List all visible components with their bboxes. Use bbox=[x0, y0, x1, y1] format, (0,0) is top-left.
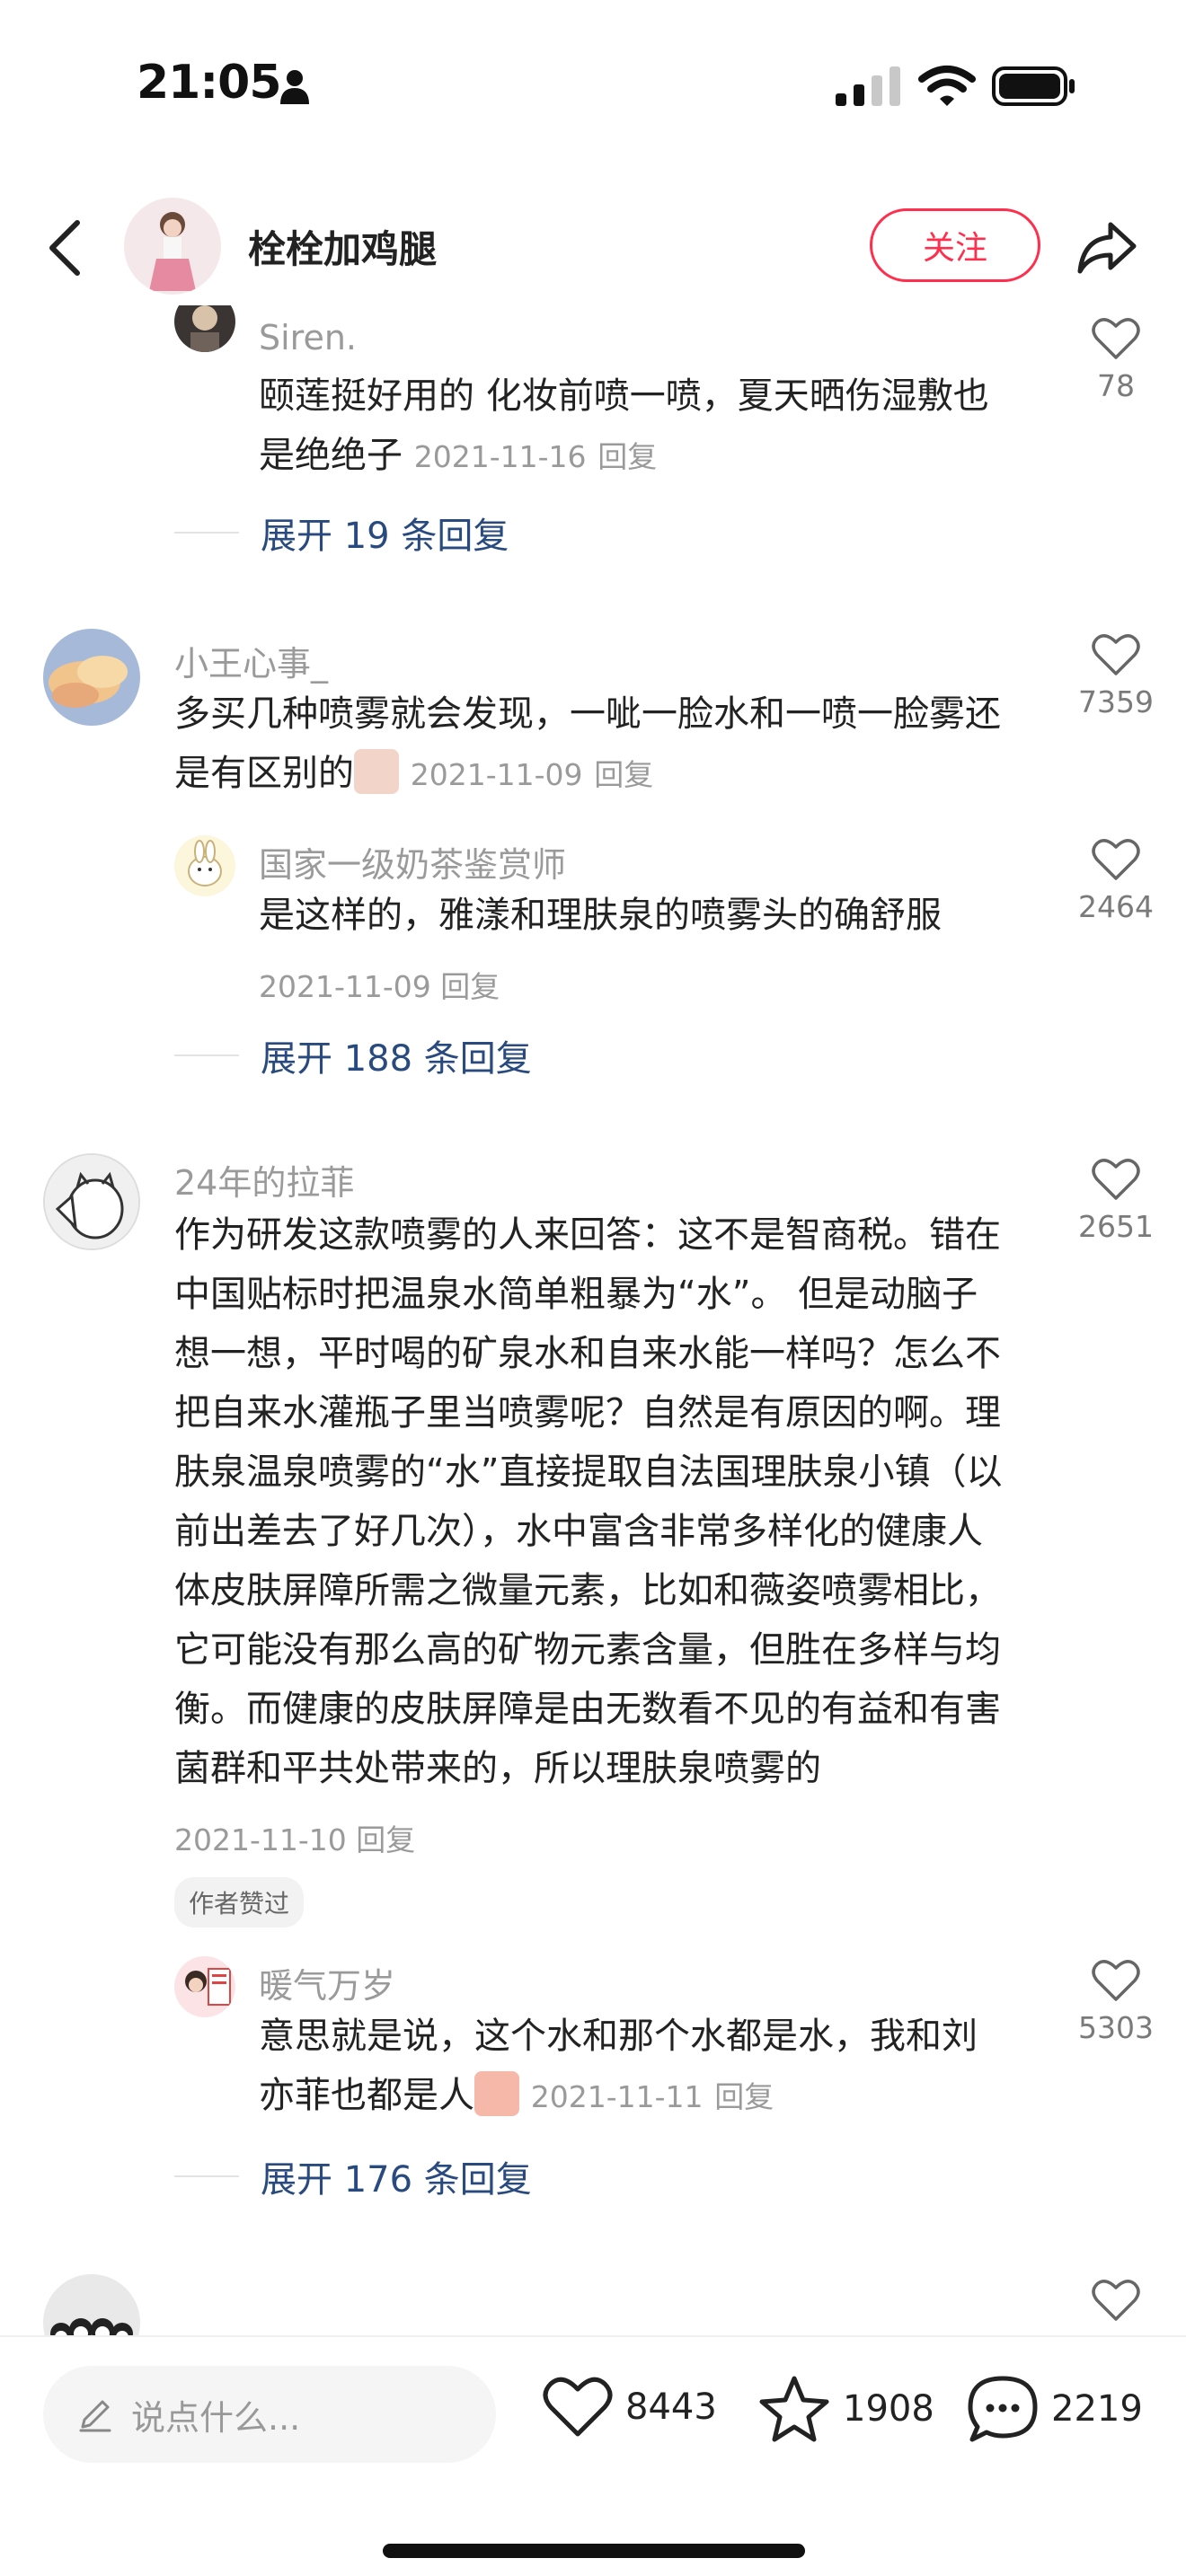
comment-text: 多买几种喷雾就会发现，一呲一脸水和一喷一脸雾还 bbox=[174, 693, 1001, 735]
share-icon[interactable] bbox=[1075, 216, 1139, 280]
comment-button[interactable]: 2219 bbox=[967, 2375, 1143, 2443]
heart-icon bbox=[1092, 2280, 1140, 2321]
heart-icon bbox=[1092, 634, 1140, 675]
like-count: 2464 bbox=[1078, 889, 1154, 924]
emoji-icon bbox=[354, 749, 399, 794]
like-button[interactable]: 2464 bbox=[1062, 837, 1170, 924]
comment-text-line: 作为研发这款喷雾的人来回答：这不是智商税。错在 bbox=[174, 1214, 1001, 1256]
back-icon[interactable] bbox=[40, 216, 93, 280]
comment-text-line: 把自来水灌瓶子里当喷雾呢？自然是有原因的啊。理 bbox=[174, 1392, 1001, 1434]
author-liked-badge: 作者赞过 bbox=[174, 1877, 305, 1928]
like-button[interactable]: 5303 bbox=[1062, 1958, 1170, 2045]
heart-icon bbox=[1092, 839, 1140, 880]
avatar[interactable] bbox=[174, 1956, 235, 2017]
comment-text-line: 中国贴标时把温泉水简单粗暴为“水”。 但是动脑子 bbox=[174, 1274, 978, 1315]
comment-date: 2021-11-09 bbox=[410, 757, 583, 792]
reply-date: 2021-11-11 bbox=[530, 2079, 704, 2114]
like-post-count: 8443 bbox=[625, 2386, 717, 2428]
like-button[interactable]: 7359 bbox=[1062, 632, 1170, 719]
comment-text-line: 前出差去了好几次），水中富含非常多样化的健康人 bbox=[174, 1511, 983, 1552]
expand-replies[interactable]: 展开 176 条回复 bbox=[174, 2150, 532, 2202]
heart-icon bbox=[1092, 1960, 1140, 2001]
like-count: 5303 bbox=[1078, 2010, 1154, 2045]
like-count: 7359 bbox=[1078, 684, 1154, 719]
comment-text-line: 肤泉温泉喷雾的“水”直接提取自法国理肤泉小镇（以 bbox=[174, 1451, 1003, 1493]
reply-link[interactable]: 回复 bbox=[714, 2079, 774, 2114]
comment-text-line: 它可能没有那么高的矿物元素含量，但胜在多样与均 bbox=[174, 1629, 1001, 1671]
author-name[interactable]: 栓栓加鸡腿 bbox=[248, 219, 437, 274]
battery-icon bbox=[992, 66, 1075, 106]
avatar[interactable] bbox=[43, 1153, 140, 1250]
heart-icon bbox=[1092, 1159, 1140, 1200]
reply-link[interactable]: 回复 bbox=[597, 439, 657, 474]
comment-date: 2021-11-16 bbox=[413, 439, 587, 474]
comment-meta: 2021-11-10 回复 bbox=[174, 1816, 415, 1859]
reply-date: 2021-11-09 bbox=[259, 969, 431, 1004]
comment-text-line: 体皮肤屏障所需之微量元素，比如和薇姿喷雾相比， bbox=[174, 1570, 1001, 1611]
reply-username[interactable]: 国家一级奶茶鉴赏师 bbox=[259, 837, 566, 887]
pencil-icon bbox=[79, 2400, 111, 2432]
reply-text: 意思就是说，这个水和那个水都是水，我和刘 bbox=[259, 2016, 978, 2057]
collect-count: 1908 bbox=[843, 2388, 934, 2430]
reply-username[interactable]: 暖气万岁 bbox=[259, 1958, 395, 2007]
comment-username[interactable]: 24年的拉菲 bbox=[174, 1155, 354, 1204]
expand-replies[interactable]: 展开 188 条回复 bbox=[174, 1029, 532, 1081]
home-indicator[interactable] bbox=[383, 2544, 805, 2558]
comment-text: 颐莲挺好用的 化妆前喷一喷，夏天晒伤湿敷也 bbox=[259, 375, 989, 417]
avatar[interactable] bbox=[174, 305, 235, 352]
expand-replies[interactable]: 展开 19 条回复 bbox=[174, 507, 509, 559]
star-icon bbox=[759, 2376, 829, 2442]
comment-input-placeholder: 说点什么... bbox=[131, 2397, 301, 2438]
emoji-icon bbox=[474, 2071, 519, 2116]
comment-text-line: 是有区别的 2021-11-09 回复 bbox=[174, 744, 653, 805]
wifi-icon bbox=[918, 66, 976, 106]
expand-replies-label: 展开 188 条回复 bbox=[261, 1038, 532, 1080]
reply-link[interactable]: 回复 bbox=[356, 1822, 415, 1857]
like-button[interactable] bbox=[1062, 2278, 1170, 2323]
comment-text-line: 是绝绝子 2021-11-16 回复 bbox=[259, 435, 658, 476]
like-button[interactable]: 78 bbox=[1062, 316, 1170, 403]
comment-text-line: 衡。而健康的皮肤屏障是由无数看不见的有益和有害 bbox=[174, 1689, 1001, 1730]
avatar[interactable] bbox=[43, 629, 140, 726]
avatar[interactable] bbox=[43, 2274, 140, 2335]
comment-text-line: 想一想，平时喝的矿泉水和自来水能一样吗？怎么不 bbox=[174, 1333, 1001, 1374]
follow-button[interactable]: 关注 bbox=[870, 208, 1040, 282]
comment-username[interactable]: Siren. bbox=[259, 318, 357, 357]
reply-meta: 2021-11-09 回复 bbox=[259, 963, 500, 1006]
reply-text-line: 亦菲也都是人 2021-11-11 回复 bbox=[259, 2066, 774, 2127]
like-count: 78 bbox=[1097, 368, 1135, 403]
author-avatar[interactable] bbox=[124, 198, 221, 295]
like-button[interactable]: 2651 bbox=[1062, 1157, 1170, 1244]
heart-icon bbox=[1092, 318, 1140, 359]
comment-date: 2021-11-10 bbox=[174, 1822, 347, 1857]
collect-button[interactable]: 1908 bbox=[758, 2375, 934, 2443]
expand-replies-label: 展开 19 条回复 bbox=[261, 516, 509, 557]
reply-link[interactable]: 回复 bbox=[594, 757, 653, 792]
expand-replies-label: 展开 176 条回复 bbox=[261, 2159, 532, 2201]
comment-input[interactable]: 说点什么... bbox=[43, 2366, 496, 2463]
avatar[interactable] bbox=[174, 835, 235, 896]
heart-icon bbox=[543, 2377, 613, 2437]
like-post-button[interactable]: 8443 bbox=[543, 2375, 717, 2439]
person-icon bbox=[280, 70, 309, 104]
header: 栓栓加鸡腿 关注 bbox=[0, 189, 1186, 305]
like-count: 2651 bbox=[1078, 1209, 1154, 1244]
reply-link[interactable]: 回复 bbox=[440, 969, 500, 1004]
comment-text-line: 菌群和平共处带来的，所以理肤泉喷雾的 bbox=[174, 1748, 821, 1789]
signal-icon bbox=[836, 66, 900, 106]
status-bar: 21:05 bbox=[0, 0, 1186, 171]
comment-list: Siren. 颐莲挺好用的 化妆前喷一喷，夏天晒伤湿敷也 是绝绝子 2021-1… bbox=[0, 305, 1186, 2335]
reply-text: 是这样的，雅漾和理肤泉的喷雾头的确舒服 bbox=[259, 895, 942, 936]
comment-count: 2219 bbox=[1051, 2388, 1143, 2430]
bottom-bar: 说点什么... 8443 1908 2219 bbox=[0, 2335, 1186, 2576]
comment-username[interactable]: 小王心事_ bbox=[174, 636, 328, 685]
status-time: 21:05 bbox=[137, 56, 282, 110]
comment-bubble-icon bbox=[968, 2376, 1038, 2442]
